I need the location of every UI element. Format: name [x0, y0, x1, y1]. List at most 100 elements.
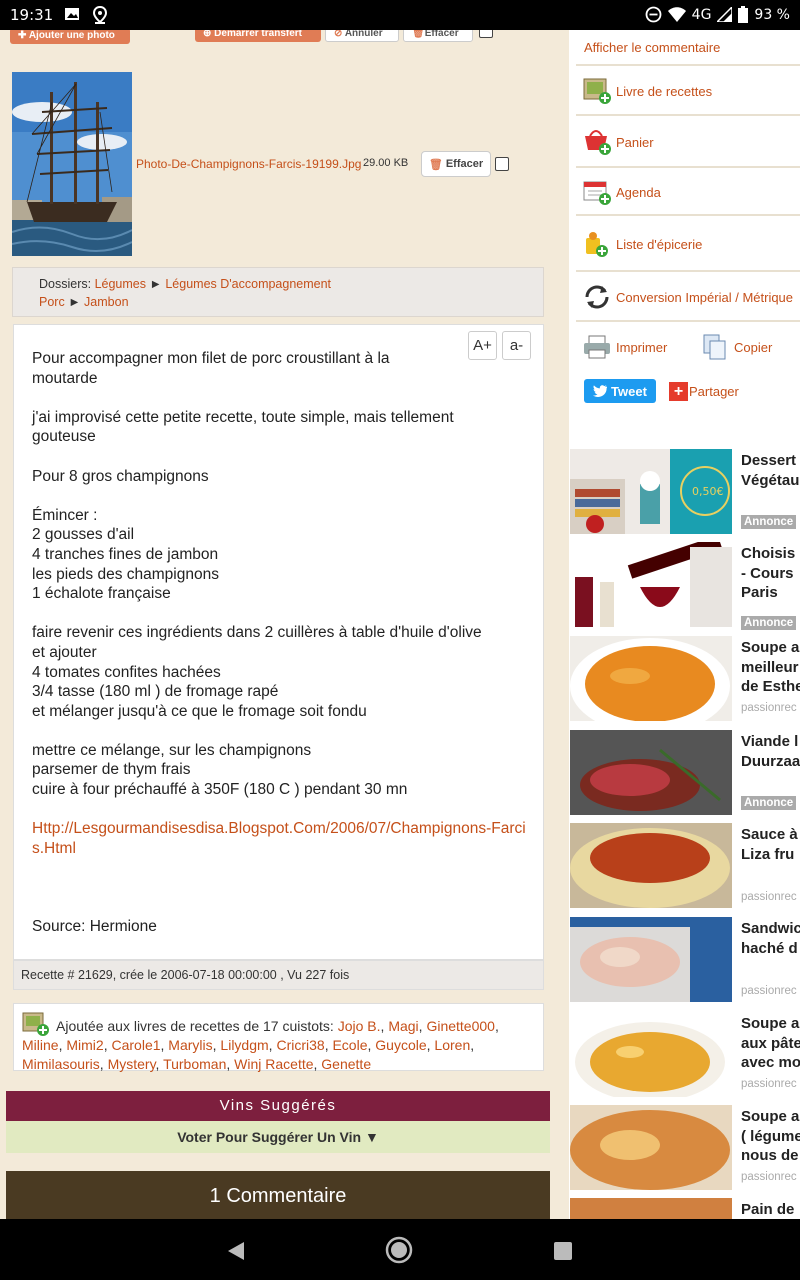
cook-link[interactable]: Genette [321, 1056, 371, 1072]
copy-button[interactable]: Copier [694, 333, 772, 361]
ad-image[interactable] [570, 636, 732, 721]
cook-link[interactable]: Marylis [168, 1037, 212, 1053]
cook-link[interactable]: Lilydgm [220, 1037, 268, 1053]
recipe-line: Émincer : [32, 506, 98, 524]
twitter-bird-icon [593, 385, 608, 397]
ad-image[interactable] [570, 1198, 732, 1219]
cook-link[interactable]: Winj Racette [234, 1056, 313, 1072]
share-plus-icon: + [669, 382, 688, 401]
cooks-list: Ajoutée aux livres de recettes de 17 cui… [13, 1003, 544, 1072]
recipe-instructions: Pour accompagner mon filet de porc crous… [32, 349, 532, 937]
ad-image[interactable] [570, 542, 732, 627]
recipe-column: ✚ Ajouter une photo ⊕ Démarrer transfert… [6, 30, 550, 1219]
trash-icon: 🗑 [428, 158, 443, 171]
recipe-line: 4 tomates confites hachées [32, 663, 221, 681]
calendar-icon [583, 181, 611, 205]
comments-header: 1 Commentaire [6, 1171, 550, 1219]
ad-card[interactable]: Sauce à Liza fru passionrec [569, 823, 800, 915]
cook-link[interactable]: Carole1 [111, 1037, 160, 1053]
vote-wine-button[interactable]: Voter Pour Suggérer Un Vin ▼ [6, 1121, 550, 1153]
ad-card[interactable]: Pain de [569, 1198, 800, 1219]
cook-link[interactable]: Miline [22, 1037, 59, 1053]
ad-card[interactable]: Viande l Duurzaa Annonce [569, 730, 800, 822]
ad-image[interactable] [570, 1105, 732, 1190]
ad-card[interactable]: 0,50€ Dessert Végétau Annonce [569, 449, 800, 541]
folder-link-legumes[interactable]: Légumes [95, 277, 146, 291]
recents-icon[interactable] [553, 1241, 573, 1261]
cook-link[interactable]: Mimi2 [66, 1037, 103, 1053]
ad-title[interactable]: Sandwic haché d [741, 919, 800, 958]
ad-title[interactable]: Soupe a ( légume nous de [741, 1107, 800, 1166]
folder-link-jambon[interactable]: Jambon [84, 295, 128, 309]
folder-link-legumes-accompagnement[interactable]: Légumes D'accompagnement [165, 277, 331, 291]
tweet-button[interactable]: Tweet [584, 379, 656, 403]
recipe-line [32, 721, 532, 741]
ad-card[interactable]: Soupe a meilleur de Esthe passionrec [569, 636, 800, 728]
ad-title[interactable]: Sauce à Liza fru [741, 825, 800, 864]
print-button[interactable]: Imprimer [576, 333, 694, 361]
photo-size: 29.00 KB [363, 157, 409, 169]
folders-breadcrumb: Dossiers: Légumes ► Légumes D'accompagne… [12, 267, 544, 317]
ad-title[interactable]: Soupe a meilleur de Esthe [741, 638, 800, 697]
ad-title[interactable]: Viande l Duurzaa [741, 732, 800, 771]
photo-checkbox[interactable] [495, 157, 509, 171]
ad-card[interactable]: Soupe a ( légume nous de passionrec [569, 1105, 800, 1197]
ad-image[interactable] [570, 823, 732, 908]
delete-photo-button[interactable]: 🗑 Effacer [421, 151, 491, 177]
cook-link[interactable]: Loren [434, 1037, 470, 1053]
ad-card[interactable]: Choisis - Cours Paris Annonce [569, 542, 800, 634]
show-comment-link[interactable]: Afficher le commentaire [576, 30, 800, 66]
cart-button[interactable]: Panier [576, 118, 800, 168]
conversion-button[interactable]: Conversion Impérial / Métrique [576, 274, 800, 322]
cancel-icon: ⊘ [334, 30, 343, 39]
cook-link[interactable]: Turboman [163, 1056, 226, 1072]
add-photo-button[interactable]: ✚ Ajouter une photo [10, 30, 130, 44]
grocery-list-button[interactable]: Liste d'épicerie [576, 218, 800, 272]
wifi-icon [667, 6, 686, 22]
ad-title[interactable]: Dessert Végétau [741, 451, 800, 490]
ad-title[interactable]: Choisis - Cours Paris [741, 544, 800, 603]
ad-title[interactable]: Pain de [741, 1200, 800, 1219]
recipe-book-button[interactable]: Livre de recettes [576, 68, 800, 116]
home-icon[interactable] [385, 1236, 413, 1264]
folder-link-porc[interactable]: Porc [39, 295, 65, 309]
cook-link[interactable]: Mystery [108, 1056, 156, 1072]
location-icon [92, 6, 108, 24]
cook-link[interactable]: Ecole [332, 1037, 367, 1053]
ad-source: passionrec [741, 702, 797, 714]
android-nav-bar [0, 1219, 800, 1280]
ad-image[interactable] [570, 730, 732, 815]
ad-card[interactable]: Soupe a aux pâte avec mo passionrec [569, 1012, 800, 1104]
ad-card[interactable]: Sandwic haché d passionrec [569, 917, 800, 1009]
network-type: 4G [691, 6, 712, 23]
ad-title[interactable]: Soupe a aux pâte avec mo [741, 1014, 800, 1073]
recipe-line [32, 486, 532, 506]
recipe-line [32, 800, 532, 820]
cook-link[interactable]: Jojo B. [338, 1018, 381, 1034]
ad-image[interactable] [570, 1012, 732, 1097]
delete-all-button[interactable]: 🗑Effacer [403, 30, 473, 42]
start-transfer-button[interactable]: ⊕ Démarrer transfert [195, 30, 321, 42]
suggested-wines-header: Vins Suggérés [6, 1091, 550, 1121]
recipe-line: et ajouter [32, 643, 97, 661]
upload-icon: ⊕ [203, 30, 212, 39]
share-button[interactable]: + Partager [669, 382, 739, 401]
cook-link[interactable]: Magi [388, 1018, 418, 1034]
recipe-line: cuire à four préchauffé à 350F (180 C ) … [32, 781, 408, 799]
dnd-icon [645, 6, 662, 23]
cook-link[interactable]: Cricri38 [276, 1037, 324, 1053]
ad-image[interactable]: 0,50€ [570, 449, 732, 534]
back-icon[interactable] [226, 1241, 246, 1261]
agenda-button[interactable]: Agenda [576, 170, 800, 216]
select-all-checkbox[interactable] [479, 30, 493, 38]
ad-sponsored-tag: Annonce [741, 616, 797, 630]
recipe-source-url[interactable]: Http://Lesgourmandisesdisa.Blogspot.Com/… [32, 819, 532, 858]
cook-link[interactable]: Guycole [375, 1037, 426, 1053]
cook-link[interactable]: Ginette000 [426, 1018, 495, 1034]
ad-image[interactable] [570, 917, 732, 1002]
cook-link[interactable]: Mimilasouris [22, 1056, 100, 1072]
recipe-photo-thumbnail[interactable] [12, 72, 132, 256]
cancel-button[interactable]: ⊘ Annuler [325, 30, 399, 42]
recipe-line: 2 gousses d'ail [32, 526, 135, 544]
photo-filename-link[interactable]: Photo-De-Champignons-Farcis-19199.Jpg [136, 157, 361, 171]
